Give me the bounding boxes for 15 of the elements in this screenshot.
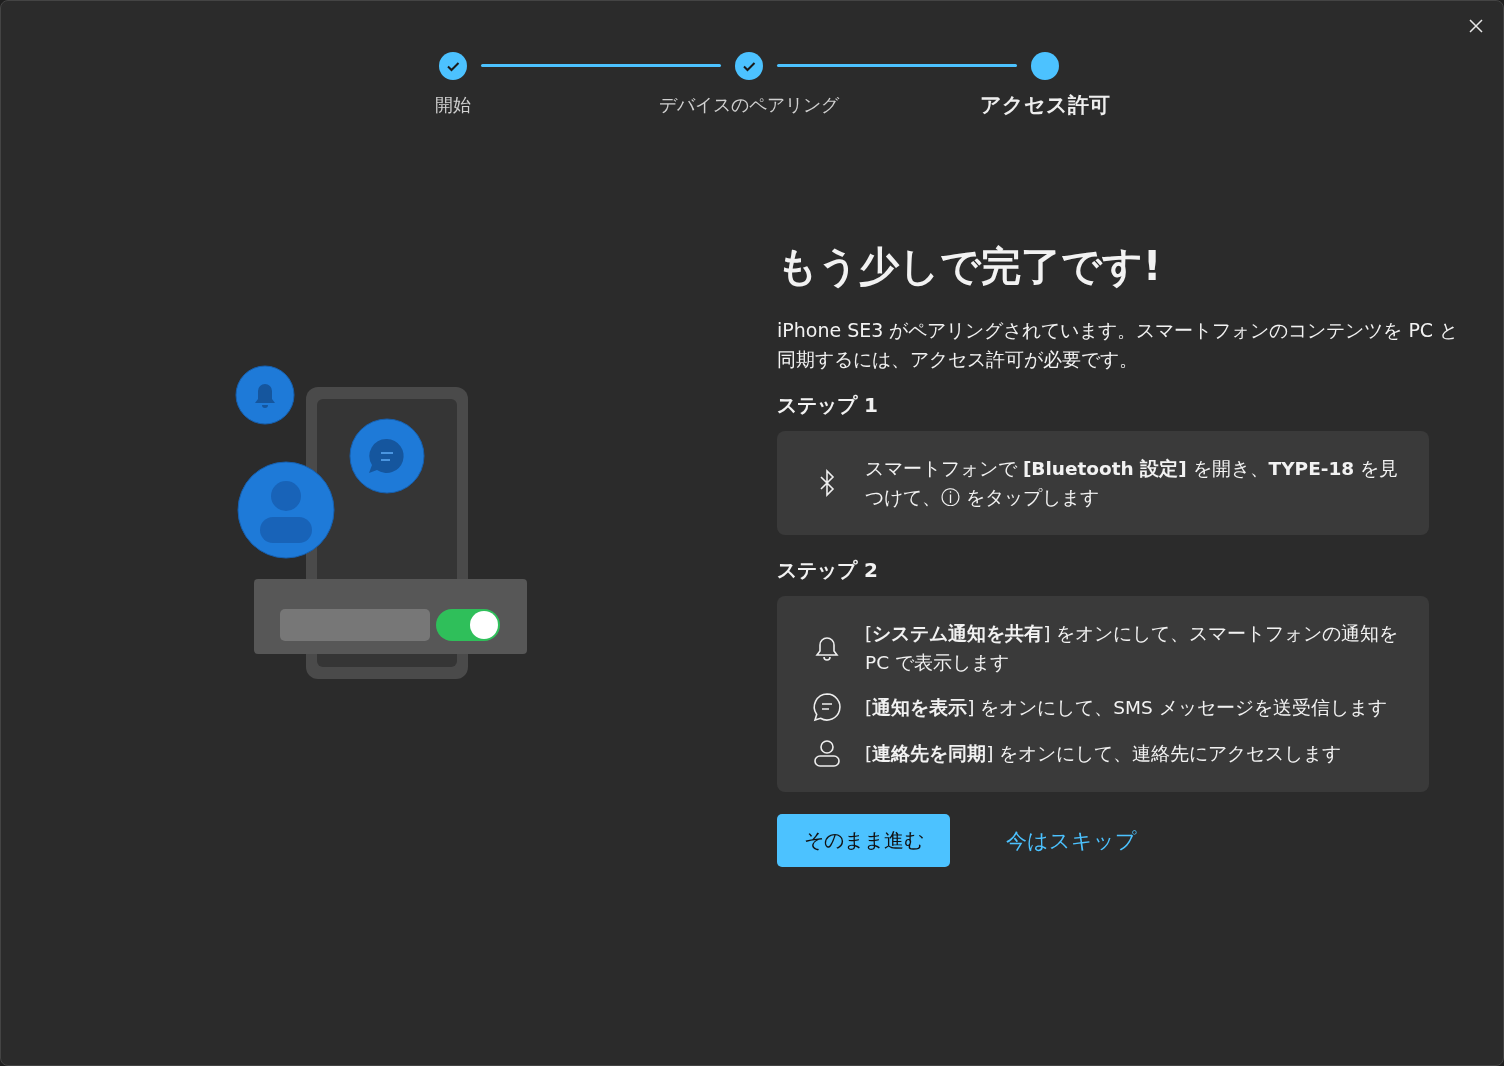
step-label: 開始 <box>435 93 471 117</box>
instruction-text: [システム通知を共有] をオンにして、スマートフォンの通知を PC で表示します <box>865 622 1400 675</box>
person-icon <box>811 737 843 769</box>
instruction-text: スマートフォンで [Bluetooth 設定] を開き、TYPE-18 を見つけて、ⓘ をタップします <box>865 457 1400 510</box>
step-label: デバイスのペアリング <box>659 93 839 117</box>
page-heading: もう少しで完了です! <box>777 242 1163 291</box>
chat-icon <box>811 691 843 723</box>
description-text: iPhone SE3 がペアリングされています。スマートフォンのコンテンツを PC と同期するには、アクセス許可が必要です。 <box>777 318 1460 372</box>
step-heading: ステップ 1 <box>777 392 879 419</box>
instruction-text: [連絡先を同期] をオンにして、連絡先にアクセスします <box>865 741 1342 766</box>
continue-button[interactable]: そのまま進む <box>777 814 950 867</box>
instruction-text: [通知を表示] をオンにして、SMS メッセージを送受信します <box>865 695 1387 720</box>
step-heading: ステップ 2 <box>777 557 879 584</box>
step-label: アクセス許可 <box>980 92 1110 119</box>
skip-link[interactable]: 今はスキップ <box>1006 826 1137 855</box>
